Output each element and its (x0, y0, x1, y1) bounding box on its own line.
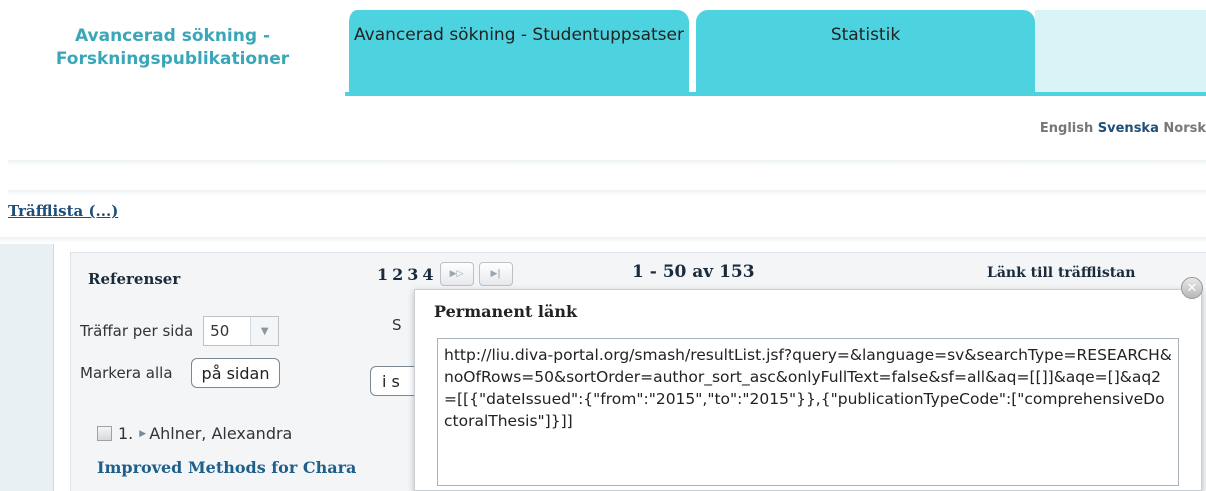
close-icon[interactable]: ✕ (1181, 277, 1203, 299)
result-index: 1. (118, 424, 134, 443)
page-link-2[interactable]: 2 (391, 265, 404, 284)
per-page-value: 50 (210, 322, 230, 340)
language-norwegian[interactable]: Norsk (1163, 121, 1206, 136)
next-page-icon: ▶▷ (449, 269, 464, 279)
result-item: 1. ▶ Ahlner, Alexandra (97, 424, 292, 443)
results-heading: Referenser (88, 270, 181, 288)
result-title-link[interactable]: Improved Methods for Chara (97, 458, 356, 477)
permanent-link-popup: Permanent länk http://liu.diva-portal.or… (414, 289, 1202, 491)
tab-label: Avancerad sökning - Studentuppsatser (354, 25, 684, 45)
link-to-result-list[interactable]: Länk till träfflistan (987, 265, 1135, 281)
popup-title: Permanent länk (434, 302, 578, 321)
page-link-4[interactable]: 4 (421, 265, 434, 284)
per-page-row: Träffar per sida 50 ▼ (80, 316, 280, 346)
tab-label: Statistik (830, 25, 901, 45)
last-page-icon: ▶| (490, 269, 501, 279)
page-link-3[interactable]: 3 (406, 265, 419, 284)
per-page-select[interactable]: 50 ▼ (203, 316, 280, 346)
tab-statistics[interactable]: Statistik (696, 10, 1035, 96)
tab-underline (345, 92, 1206, 96)
permanent-link-textarea[interactable]: http://liu.diva-portal.org/smash/resultL… (437, 338, 1179, 486)
page-link-1[interactable]: 1 (376, 265, 389, 284)
breadcrumb-result-list[interactable]: Träfflista (...) (8, 202, 118, 220)
expand-triangle-icon[interactable]: ▶ (139, 429, 146, 439)
sort-label-partial: S (392, 316, 402, 334)
mark-in-search-button[interactable]: i s (370, 366, 420, 396)
last-page-button[interactable]: ▶| (478, 262, 513, 286)
mark-all-row: Markera alla på sidan (80, 358, 281, 388)
tab-filler (1035, 10, 1206, 96)
chevron-down-icon: ▼ (250, 317, 279, 345)
divider (8, 160, 1206, 166)
left-sidebar (0, 244, 54, 491)
result-author[interactable]: Ahlner, Alexandra (149, 424, 292, 443)
divider (8, 190, 1206, 196)
mark-all-label: Markera alla (80, 364, 173, 382)
pagination: 1 2 3 4 ▶▷ ▶| (376, 262, 513, 286)
result-range: 1 - 50 av 153 (632, 262, 755, 282)
language-english[interactable]: English (1040, 121, 1093, 136)
language-swedish[interactable]: Svenska (1098, 121, 1159, 136)
tab-student-theses[interactable]: Avancerad sökning - Studentuppsatser (345, 10, 689, 96)
next-page-button[interactable]: ▶▷ (439, 262, 474, 286)
tab-label: Avancerad sökning - Forskningspublikatio… (55, 26, 290, 69)
result-checkbox[interactable] (97, 426, 112, 441)
per-page-label: Träffar per sida (80, 322, 194, 340)
divider (0, 237, 1206, 243)
tab-bar: Avancerad sökning - Forskningspublikatio… (0, 0, 1206, 96)
language-switcher: English Svenska Norsk (1040, 121, 1206, 136)
mark-on-page-button[interactable]: på sidan (190, 358, 281, 388)
tab-research-publications[interactable]: Avancerad sökning - Forskningspublikatio… (0, 0, 345, 96)
